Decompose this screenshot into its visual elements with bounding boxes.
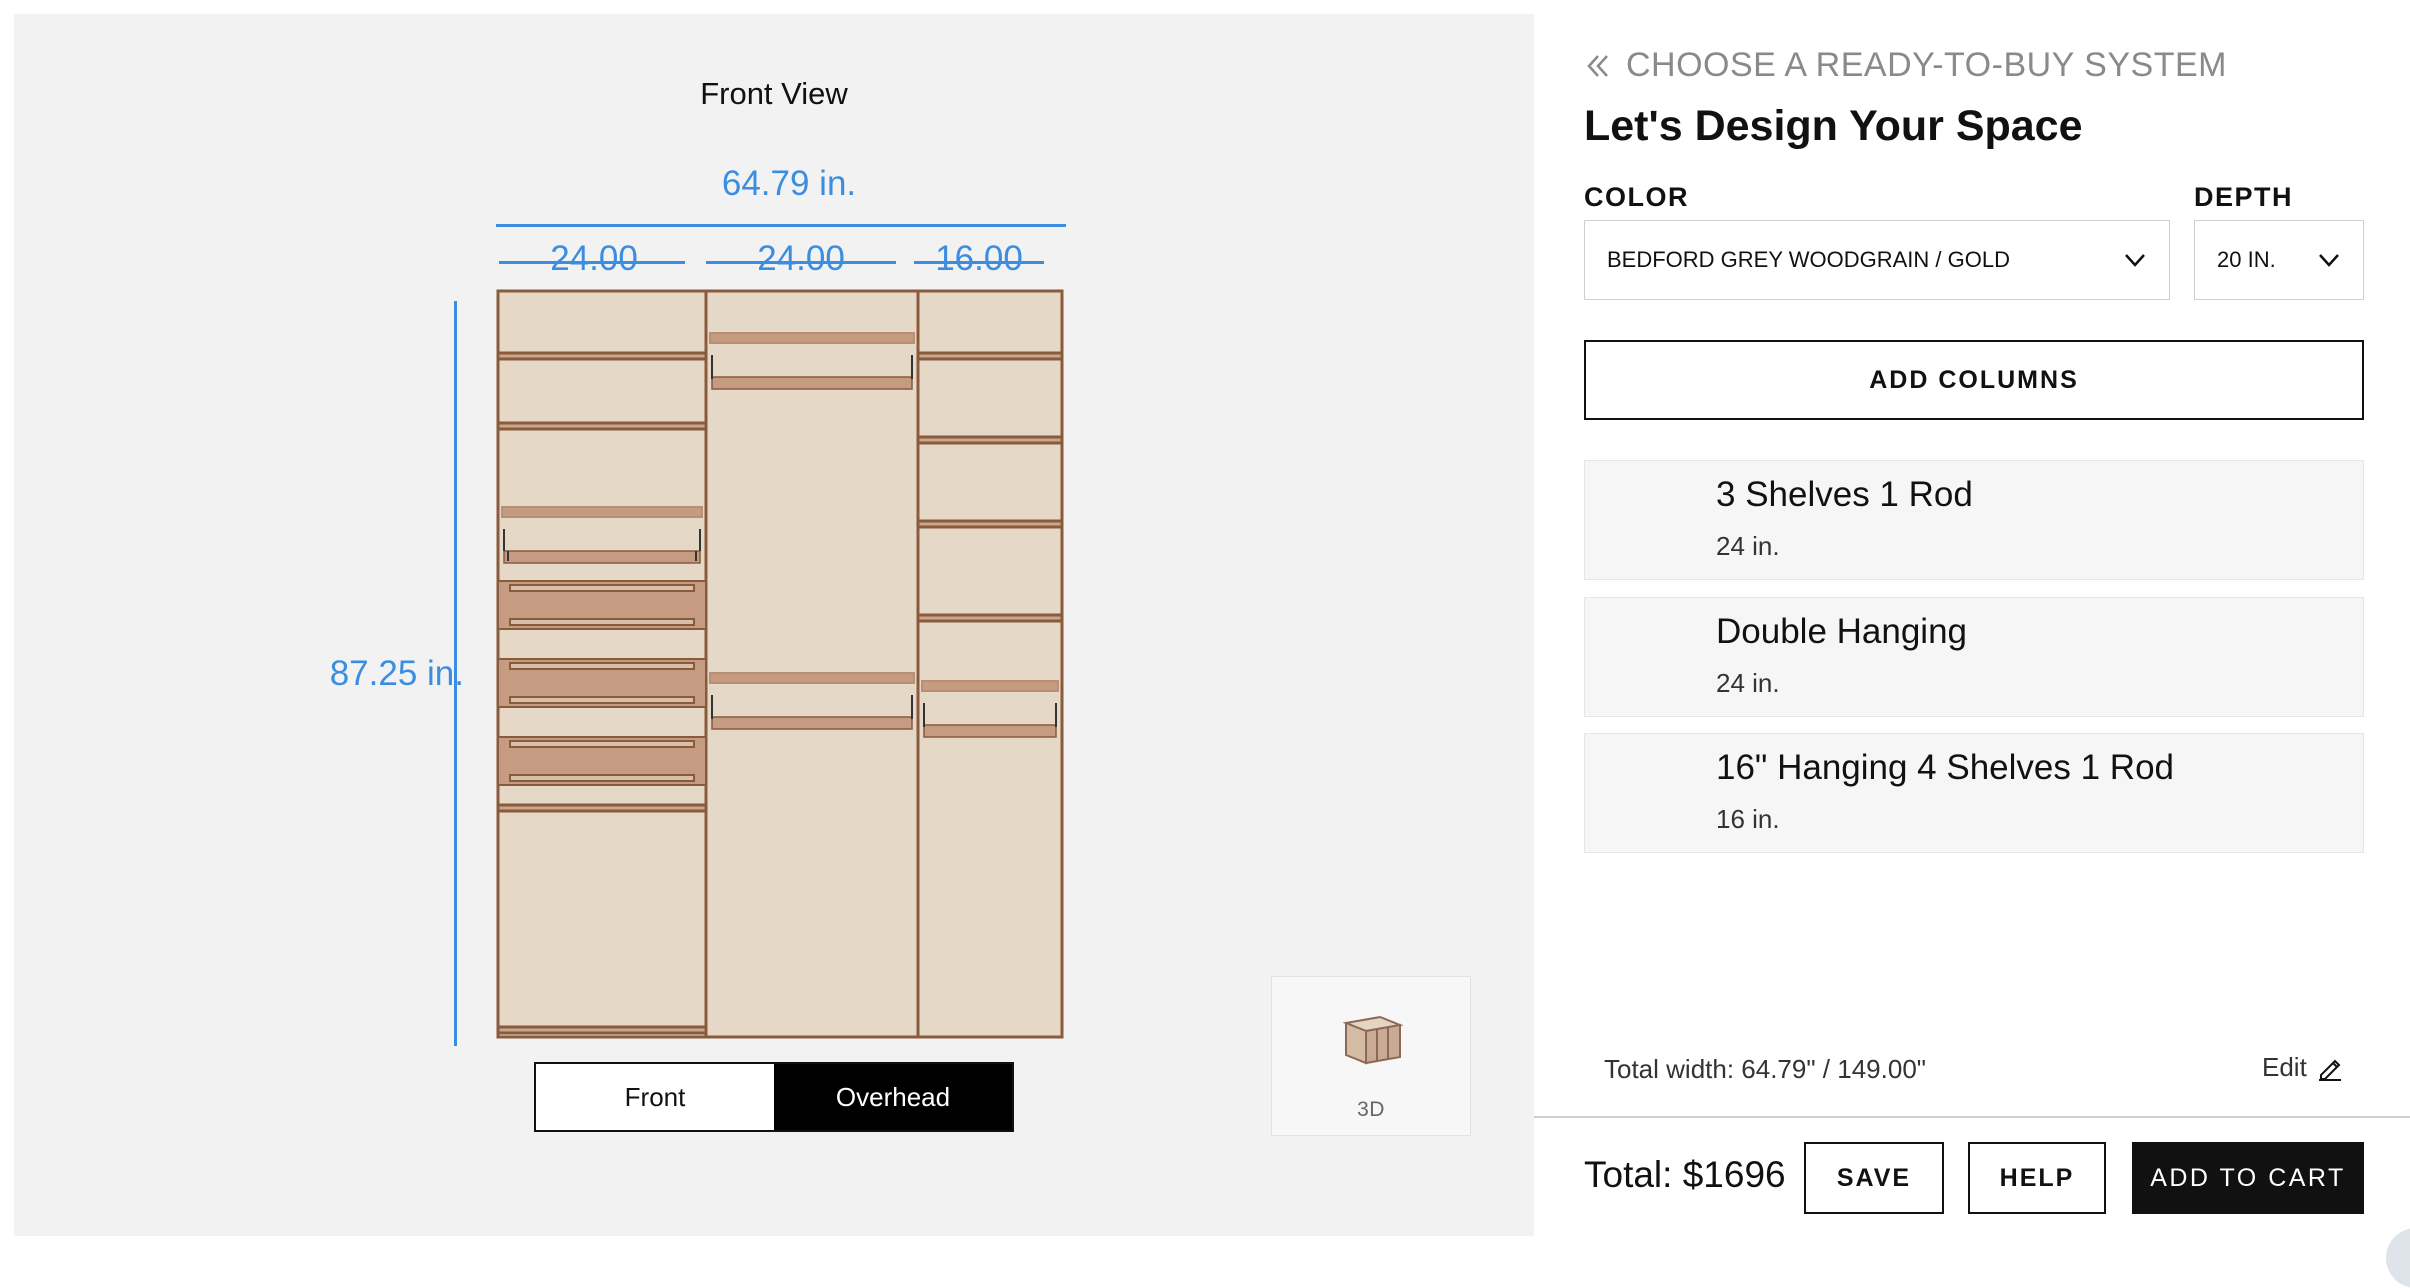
- total-price: Total: $1696: [1584, 1154, 1786, 1196]
- column-3: [916, 289, 1064, 1039]
- column-width-3: 16.00: [935, 239, 1023, 278]
- depth-select-value: 20 IN.: [2217, 247, 2276, 272]
- column-width-line-2: [706, 261, 896, 264]
- edit-label: Edit: [2262, 1052, 2307, 1082]
- chat-widget[interactable]: [2386, 1228, 2410, 1288]
- column-card-title: 3 Shelves 1 Rod: [1716, 475, 1973, 514]
- view-toggle: Front Overhead: [534, 1062, 1014, 1132]
- total-width-line: [496, 224, 1066, 227]
- footer-divider: [1534, 1116, 2410, 1118]
- column-width-line-1: [499, 261, 685, 264]
- view-title: Front View: [700, 76, 848, 111]
- pencil-icon: [2318, 1059, 2341, 1081]
- column-card-width: 16 in.: [1716, 804, 1780, 834]
- chevron-down-icon: [2125, 254, 2145, 267]
- column-card[interactable]: 3 Shelves 1 Rod 24 in.: [1584, 460, 2364, 580]
- 3d-view-button[interactable]: 3D: [1271, 976, 1471, 1136]
- color-select[interactable]: BEDFORD GREY WOODGRAIN / GOLD: [1584, 220, 2170, 300]
- column-1-drawers: [497, 580, 707, 786]
- color-label: COLOR: [1584, 182, 1689, 212]
- 3d-label: 3D: [1357, 1098, 1385, 1121]
- column-card[interactable]: Double Hanging 24 in.: [1584, 597, 2364, 717]
- column-card-title: 16" Hanging 4 Shelves 1 Rod: [1716, 748, 2175, 787]
- column-width-1: 24.00: [550, 239, 638, 278]
- total-width-readout: Total width: 64.79" / 149.00": [1604, 1054, 1927, 1084]
- front-view-button[interactable]: Front: [536, 1064, 774, 1130]
- save-button[interactable]: SAVE: [1804, 1142, 1944, 1214]
- back-link-label: CHOOSE A READY-TO-BUY SYSTEM: [1626, 46, 2227, 84]
- double-chevron-left-icon: [1587, 54, 1608, 77]
- total-width-dimension: 64.79 in.: [721, 164, 857, 203]
- closet-front-drawing[interactable]: [496, 289, 1066, 1041]
- total-value: $1696: [1682, 1154, 1786, 1195]
- column-width-line-3: [914, 261, 1044, 264]
- depth-label: DEPTH: [2194, 182, 2294, 212]
- back-to-ready-to-buy-link[interactable]: CHOOSE A READY-TO-BUY SYSTEM: [1584, 46, 2227, 85]
- help-button[interactable]: HELP: [1968, 1142, 2106, 1214]
- edit-width-link[interactable]: Edit: [2262, 1052, 2343, 1083]
- cabinet-3d-icon: [1342, 1015, 1404, 1065]
- chevron-down-icon: [2319, 254, 2339, 267]
- add-to-cart-button[interactable]: ADD TO CART: [2132, 1142, 2364, 1214]
- height-dimension: 87.25 in.: [329, 654, 464, 693]
- column-card[interactable]: 16" Hanging 4 Shelves 1 Rod 16 in.: [1584, 733, 2364, 853]
- column-2: [704, 289, 920, 1039]
- color-select-value: BEDFORD GREY WOODGRAIN / GOLD: [1607, 247, 2010, 272]
- column-width-2: 24.00: [757, 239, 845, 278]
- add-columns-button[interactable]: ADD COLUMNS: [1584, 340, 2364, 420]
- total-label: Total:: [1584, 1154, 1673, 1195]
- column-card-title: Double Hanging: [1716, 612, 1968, 651]
- design-canvas: Front View 64.79 in. 24.00 24.00 16.00 8…: [14, 14, 1534, 1236]
- column-card-width: 24 in.: [1716, 668, 1780, 698]
- column-card-width: 24 in.: [1716, 531, 1780, 561]
- page-title: Let's Design Your Space: [1584, 102, 2083, 150]
- depth-select[interactable]: 20 IN.: [2194, 220, 2364, 300]
- overhead-view-button[interactable]: Overhead: [774, 1064, 1012, 1130]
